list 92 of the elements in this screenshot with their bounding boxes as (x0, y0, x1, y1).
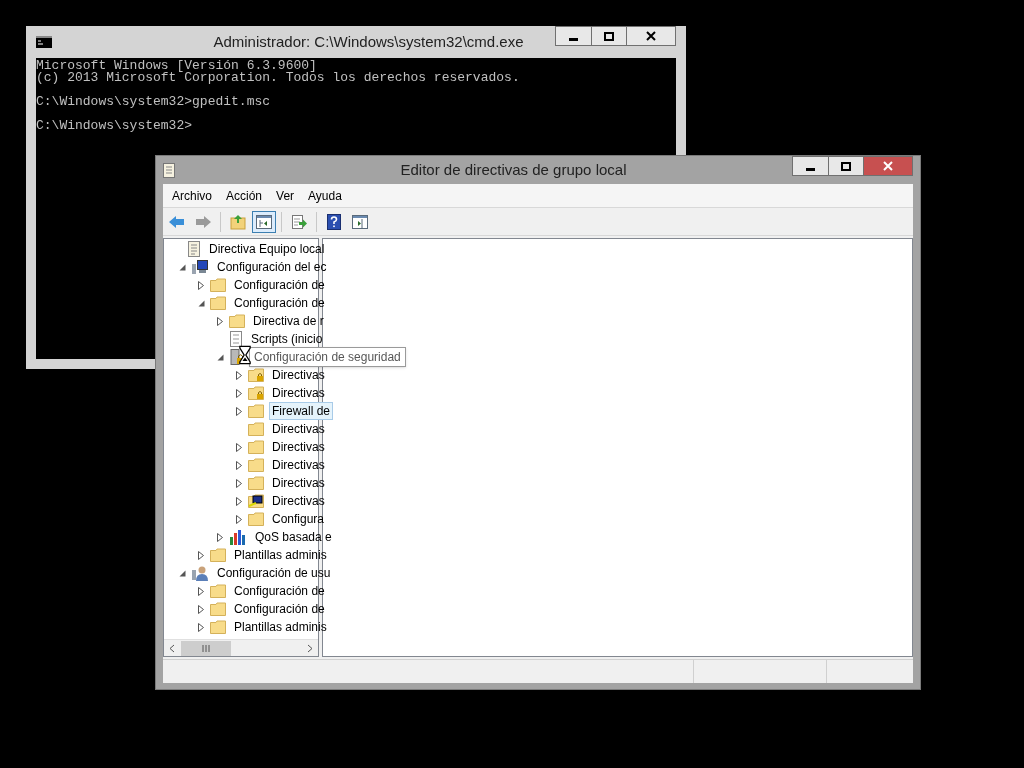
collapse-arrow-icon[interactable] (178, 263, 186, 271)
tree-item[interactable]: Directivas (269, 366, 328, 384)
tree-item[interactable]: Configuración de (231, 600, 328, 618)
folder-icon (210, 548, 226, 562)
menu-item[interactable]: Ver (269, 186, 302, 205)
policy-document-icon (187, 241, 201, 257)
expand-arrow-icon[interactable] (198, 280, 204, 290)
expand-arrow-icon[interactable] (236, 370, 242, 380)
folder-icon (248, 512, 264, 526)
tree-item[interactable]: Directivas (269, 492, 328, 510)
busy-cursor-icon (239, 344, 251, 366)
console-line: Microsoft Windows [Versión 6.3.9600] (36, 60, 317, 72)
expand-arrow-icon[interactable] (236, 496, 242, 506)
expand-arrow-icon[interactable] (217, 316, 223, 326)
folder-icon (248, 476, 264, 490)
grip-icon (202, 644, 210, 652)
tree-item[interactable]: Configuración de usu (214, 564, 334, 582)
tree-item[interactable]: Configura (269, 510, 328, 528)
expand-arrow-icon[interactable] (198, 622, 204, 632)
folder-up-icon (230, 213, 246, 230)
tree-item[interactable]: Directivas (269, 384, 328, 402)
menu-item[interactable]: Archivo (165, 186, 219, 205)
tree-item[interactable]: Configuración de (231, 276, 328, 294)
user-icon (191, 565, 209, 581)
tree-item[interactable]: Scripts (inicio (248, 330, 326, 348)
folder-icon (210, 620, 226, 634)
tree-item[interactable]: Directivas (269, 456, 328, 474)
network-folder-icon (248, 494, 264, 508)
tree-item[interactable]: Configuración del ec (214, 258, 330, 276)
menu-item[interactable]: Ayuda (301, 186, 349, 205)
folder-icon (210, 584, 226, 598)
tree-item[interactable]: Directivas (269, 474, 328, 492)
expand-arrow-icon[interactable] (198, 604, 204, 614)
help-icon (327, 213, 341, 230)
collapse-arrow-icon[interactable] (197, 299, 205, 307)
maximize-button[interactable] (829, 156, 863, 176)
expand-arrow-icon[interactable] (236, 442, 242, 452)
expand-arrow-icon[interactable] (198, 550, 204, 560)
toolbar-button[interactable] (252, 210, 276, 233)
tree-item[interactable]: Directivas (269, 438, 328, 456)
console-line: C:\Windows\system32>gpedit.msc (36, 96, 271, 108)
export-list-icon (291, 213, 307, 230)
folder-icon (210, 296, 226, 310)
tree-item[interactable]: Directiva de r (250, 312, 327, 330)
tree-item[interactable]: Directiva Equipo local (206, 240, 328, 258)
close-button[interactable] (626, 26, 676, 46)
locked-folder-icon (248, 368, 264, 382)
expand-arrow-icon[interactable] (217, 532, 223, 542)
tree-item[interactable]: Configuración de (231, 294, 328, 312)
bar-chart-icon (229, 529, 247, 545)
tree-item[interactable]: Plantillas adminis (231, 618, 330, 636)
back-arrow-icon (168, 213, 186, 230)
tree-item[interactable]: Directivas (269, 420, 328, 438)
folder-icon (210, 278, 226, 292)
folder-icon (248, 404, 264, 418)
folder-icon (248, 458, 264, 472)
locked-folder-icon (248, 386, 264, 400)
folder-icon (248, 422, 264, 436)
folder-icon (229, 314, 245, 328)
minimize-button[interactable] (792, 156, 829, 176)
close-icon (883, 161, 893, 171)
expand-arrow-icon[interactable] (236, 514, 242, 524)
close-icon (646, 31, 656, 41)
console-icon (36, 36, 52, 48)
maximize-button[interactable] (592, 26, 626, 46)
tree-pane-icon (256, 214, 272, 229)
expand-arrow-icon[interactable] (236, 406, 242, 416)
action-pane-icon (352, 214, 368, 229)
collapse-arrow-icon[interactable] (216, 353, 224, 361)
window-title: Editor de directivas de grupo local (399, 159, 628, 180)
tree-item[interactable]: Plantillas adminis (231, 546, 330, 564)
expand-arrow-icon[interactable] (198, 586, 204, 596)
computer-icon (191, 259, 209, 275)
policy-document-icon (163, 162, 175, 178)
expand-arrow-icon[interactable] (236, 460, 242, 470)
window-title: Administrador: C:\Windows\system32\cmd.exe (212, 31, 525, 52)
folder-icon (210, 602, 226, 616)
tree-item[interactable]: Firewall de (269, 402, 334, 420)
expand-arrow-icon[interactable] (236, 478, 242, 488)
console-line: (c) 2013 Microsoft Corporation. Todos los derechos reservados. (36, 72, 520, 84)
console-line: C:\Windows\system32> (36, 120, 193, 132)
script-icon (229, 331, 243, 347)
expand-arrow-icon[interactable] (236, 388, 242, 398)
folder-icon (248, 440, 264, 454)
forward-arrow-icon (194, 213, 212, 230)
minimize-button[interactable] (555, 26, 592, 46)
scrollbar-thumb[interactable] (181, 640, 231, 656)
tooltip: Configuración de seguridad (249, 347, 406, 367)
tree-item[interactable]: Configuración de (231, 582, 328, 600)
tree-item[interactable]: QoS basada e (252, 528, 335, 546)
collapse-arrow-icon[interactable] (178, 569, 186, 577)
menu-item[interactable]: Acción (219, 186, 270, 205)
